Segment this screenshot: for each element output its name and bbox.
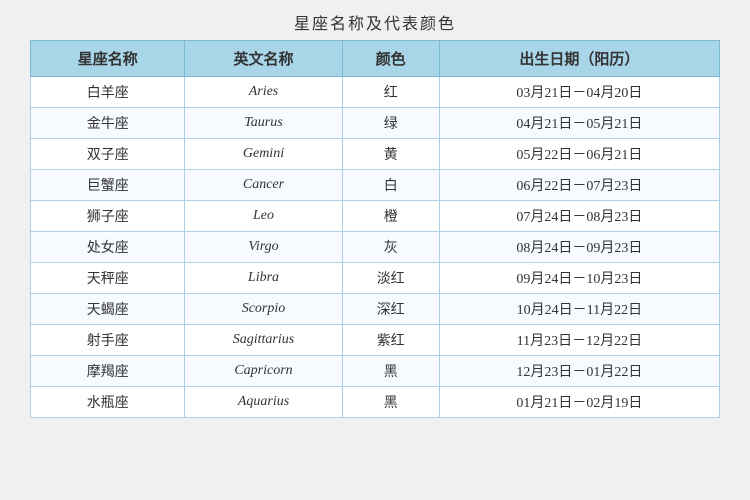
cell-color: 黑 [342, 387, 439, 418]
table-row: 处女座Virgo灰08月24日－09月23日 [31, 232, 720, 263]
cell-dates: 03月21日－04月20日 [439, 77, 719, 108]
cell-english-name: Libra [185, 263, 342, 294]
cell-english-name: Taurus [185, 108, 342, 139]
cell-chinese-name: 天蝎座 [31, 294, 185, 325]
cell-chinese-name: 金牛座 [31, 108, 185, 139]
cell-english-name: Sagittarius [185, 325, 342, 356]
table-container: 星座名称及代表颜色 星座名称 英文名称 颜色 出生日期（阳历） 白羊座Aries… [30, 10, 720, 418]
table-row: 摩羯座Capricorn黑12月23日－01月22日 [31, 356, 720, 387]
cell-dates: 08月24日－09月23日 [439, 232, 719, 263]
table-row: 射手座Sagittarius紫红11月23日－12月22日 [31, 325, 720, 356]
cell-chinese-name: 白羊座 [31, 77, 185, 108]
cell-color: 黑 [342, 356, 439, 387]
cell-english-name: Aquarius [185, 387, 342, 418]
table-row: 巨蟹座Cancer白06月22日－07月23日 [31, 170, 720, 201]
cell-dates: 12月23日－01月22日 [439, 356, 719, 387]
cell-dates: 06月22日－07月23日 [439, 170, 719, 201]
cell-color: 灰 [342, 232, 439, 263]
cell-color: 红 [342, 77, 439, 108]
cell-color: 黄 [342, 139, 439, 170]
header-english-name: 英文名称 [185, 41, 342, 77]
cell-chinese-name: 处女座 [31, 232, 185, 263]
cell-dates: 07月24日－08月23日 [439, 201, 719, 232]
cell-english-name: Gemini [185, 139, 342, 170]
cell-english-name: Virgo [185, 232, 342, 263]
table-row: 狮子座Leo橙07月24日－08月23日 [31, 201, 720, 232]
cell-chinese-name: 天秤座 [31, 263, 185, 294]
cell-chinese-name: 巨蟹座 [31, 170, 185, 201]
cell-english-name: Cancer [185, 170, 342, 201]
cell-english-name: Scorpio [185, 294, 342, 325]
cell-english-name: Aries [185, 77, 342, 108]
cell-dates: 10月24日－11月22日 [439, 294, 719, 325]
zodiac-table: 星座名称 英文名称 颜色 出生日期（阳历） 白羊座Aries红03月21日－04… [30, 40, 720, 418]
cell-chinese-name: 射手座 [31, 325, 185, 356]
cell-chinese-name: 双子座 [31, 139, 185, 170]
cell-chinese-name: 水瓶座 [31, 387, 185, 418]
cell-dates: 01月21日－02月19日 [439, 387, 719, 418]
cell-english-name: Leo [185, 201, 342, 232]
cell-color: 深红 [342, 294, 439, 325]
table-row: 双子座Gemini黄05月22日－06月21日 [31, 139, 720, 170]
header-color: 颜色 [342, 41, 439, 77]
cell-dates: 11月23日－12月22日 [439, 325, 719, 356]
cell-dates: 05月22日－06月21日 [439, 139, 719, 170]
cell-color: 绿 [342, 108, 439, 139]
cell-chinese-name: 狮子座 [31, 201, 185, 232]
table-row: 天秤座Libra淡红09月24日－10月23日 [31, 263, 720, 294]
page-title: 星座名称及代表颜色 [30, 10, 720, 34]
table-row: 水瓶座Aquarius黑01月21日－02月19日 [31, 387, 720, 418]
table-row: 白羊座Aries红03月21日－04月20日 [31, 77, 720, 108]
table-header-row: 星座名称 英文名称 颜色 出生日期（阳历） [31, 41, 720, 77]
cell-color: 淡红 [342, 263, 439, 294]
table-row: 天蝎座Scorpio深红10月24日－11月22日 [31, 294, 720, 325]
cell-english-name: Capricorn [185, 356, 342, 387]
cell-color: 橙 [342, 201, 439, 232]
cell-color: 白 [342, 170, 439, 201]
table-row: 金牛座Taurus绿04月21日－05月21日 [31, 108, 720, 139]
cell-chinese-name: 摩羯座 [31, 356, 185, 387]
header-dates: 出生日期（阳历） [439, 41, 719, 77]
cell-dates: 09月24日－10月23日 [439, 263, 719, 294]
cell-dates: 04月21日－05月21日 [439, 108, 719, 139]
header-chinese-name: 星座名称 [31, 41, 185, 77]
cell-color: 紫红 [342, 325, 439, 356]
